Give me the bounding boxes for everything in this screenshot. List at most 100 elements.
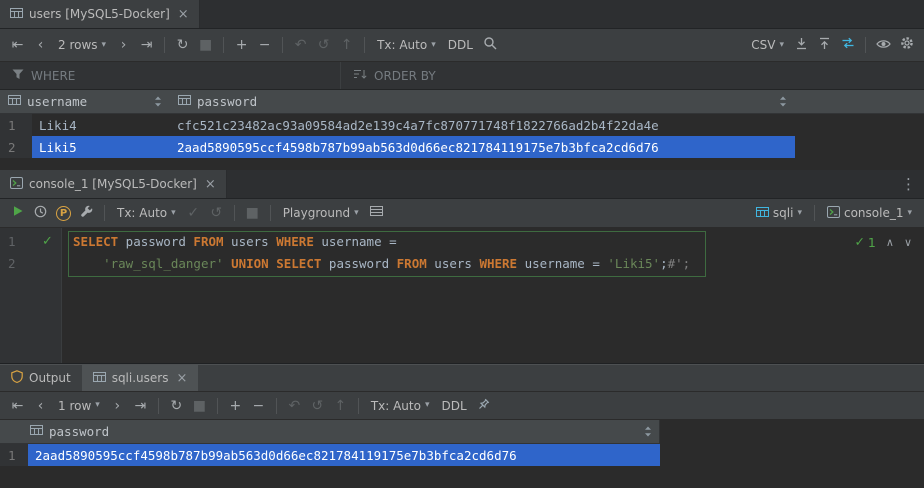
prev-page-button[interactable]: ‹ bbox=[29, 34, 52, 56]
delete-row-button[interactable]: − bbox=[253, 34, 276, 56]
sort-icon[interactable] bbox=[154, 96, 162, 107]
next-page-button[interactable]: › bbox=[106, 395, 129, 417]
page-size-selector[interactable]: 1 row ▾ bbox=[52, 395, 106, 417]
first-page-button[interactable]: ⇤ bbox=[6, 34, 29, 56]
submit-arrow-icon: ↑ bbox=[334, 399, 346, 413]
chevron-down-icon: ▾ bbox=[431, 41, 436, 50]
next-page-button[interactable]: › bbox=[112, 34, 135, 56]
find-button[interactable] bbox=[479, 34, 502, 56]
sql-token: SELECT bbox=[276, 256, 321, 271]
bottom-filler bbox=[0, 466, 924, 488]
ddl-button[interactable]: DDL bbox=[442, 34, 479, 56]
sql-line[interactable]: 'raw_sql_danger' UNION SELECT password F… bbox=[73, 253, 690, 275]
extractor-label: CSV bbox=[751, 38, 775, 52]
last-page-button[interactable]: ⇥ bbox=[135, 34, 158, 56]
cell-password[interactable]: 2aad5890595ccf4598b787b99ab563d0d66ec821… bbox=[170, 136, 795, 158]
column-header-password[interactable]: password bbox=[0, 420, 660, 443]
export-button[interactable] bbox=[790, 34, 813, 56]
table-row-selected[interactable]: 1 2aad5890595ccf4598b787b99ab563d0d66ec8… bbox=[0, 444, 924, 466]
result-toolbar: ⇤ ‹ 1 row ▾ › ⇥ ↻ ■ + − ↶ ↺ ↑ Tx: Auto ▾… bbox=[0, 392, 924, 420]
prev-page-button[interactable]: ‹ bbox=[29, 395, 52, 417]
import-button[interactable] bbox=[813, 34, 836, 56]
table-row-selected[interactable]: 2 Liki5 2aad5890595ccf4598b787b99ab563d0… bbox=[0, 136, 924, 158]
prev-page-icon: ‹ bbox=[38, 38, 44, 52]
table-row[interactable]: 1 Liki4 cfc521c23482ac93a09584ad2e139c4a… bbox=[0, 114, 924, 136]
stop-button: ■ bbox=[241, 202, 264, 224]
parameters-button[interactable]: P bbox=[52, 202, 75, 224]
chevron-down-icon: ▾ bbox=[354, 209, 359, 218]
pin-icon bbox=[478, 398, 490, 414]
run-target-selector[interactable]: Playground ▾ bbox=[277, 202, 365, 224]
reload-button[interactable]: ↻ bbox=[165, 395, 188, 417]
grid-header-row: password bbox=[0, 420, 924, 444]
toolbar-separator bbox=[865, 37, 866, 53]
pin-tab-button[interactable] bbox=[473, 395, 496, 417]
toolbar-separator bbox=[276, 398, 277, 414]
tx-mode-selector[interactable]: Tx: Auto ▾ bbox=[111, 202, 182, 224]
tab-console-1[interactable]: console_1 [MySQL5-Docker] × bbox=[0, 170, 227, 198]
next-result-button[interactable]: ∨ bbox=[904, 237, 912, 248]
tab-label: users [MySQL5-Docker] bbox=[29, 7, 170, 21]
add-row-button[interactable]: + bbox=[224, 395, 247, 417]
undo-icon: ↶ bbox=[295, 38, 307, 52]
ddl-button[interactable]: DDL bbox=[436, 395, 473, 417]
cell-password[interactable]: 2aad5890595ccf4598b787b99ab563d0d66ec821… bbox=[28, 444, 660, 466]
schema-selector[interactable]: sqli ▾ bbox=[750, 202, 808, 224]
cell-username[interactable]: Liki5 bbox=[32, 136, 170, 158]
console-icon bbox=[10, 177, 23, 192]
close-icon[interactable]: × bbox=[176, 371, 187, 386]
view-options-button[interactable] bbox=[872, 34, 895, 56]
close-icon[interactable]: × bbox=[205, 177, 216, 192]
close-icon[interactable]: × bbox=[178, 7, 189, 22]
sql-editor[interactable]: 1 2 ✓ SELECT password FROM users WHERE u… bbox=[0, 228, 924, 364]
chevron-down-icon: ▾ bbox=[171, 209, 176, 218]
table-layout-icon bbox=[370, 205, 383, 221]
delete-row-button[interactable]: − bbox=[247, 395, 270, 417]
add-row-button[interactable]: + bbox=[230, 34, 253, 56]
console-selector[interactable]: console_1 ▾ bbox=[821, 202, 918, 224]
plus-icon: + bbox=[236, 38, 248, 52]
commit-button: ✓ bbox=[182, 202, 205, 224]
reload-button[interactable]: ↻ bbox=[171, 34, 194, 56]
import-icon bbox=[818, 37, 831, 54]
column-header-password[interactable]: password bbox=[170, 90, 795, 113]
grid-header: password bbox=[0, 420, 660, 444]
tx-mode-label: Tx: Auto bbox=[371, 399, 421, 413]
datagrip-window: users [MySQL5-Docker] × ⇤ ‹ 2 rows ▾ › ⇥… bbox=[0, 0, 924, 488]
data-extractor-selector[interactable]: CSV ▾ bbox=[745, 34, 790, 56]
result-success-badge: ✓1 bbox=[854, 235, 875, 250]
last-page-button[interactable]: ⇥ bbox=[129, 395, 152, 417]
toolbar-separator bbox=[164, 37, 165, 53]
order-by-input[interactable]: ORDER BY bbox=[341, 62, 448, 89]
sort-icon[interactable] bbox=[779, 96, 787, 107]
prev-result-button[interactable]: ∧ bbox=[886, 237, 894, 248]
first-page-icon: ⇤ bbox=[12, 38, 24, 52]
settings-button[interactable] bbox=[895, 34, 918, 56]
tab-sqli-users-result[interactable]: sqli.users × bbox=[82, 365, 199, 391]
tx-mode-selector[interactable]: Tx: Auto ▾ bbox=[371, 34, 442, 56]
page-size-selector[interactable]: 2 rows ▾ bbox=[52, 34, 112, 56]
history-button[interactable] bbox=[29, 202, 52, 224]
output-layout-button[interactable] bbox=[365, 202, 388, 224]
chevron-down-icon: ▾ bbox=[797, 209, 802, 218]
first-page-button[interactable]: ⇤ bbox=[6, 395, 29, 417]
tab-users-table[interactable]: users [MySQL5-Docker] × bbox=[0, 0, 200, 28]
run-button[interactable] bbox=[6, 202, 29, 224]
column-header-username[interactable]: username bbox=[0, 90, 170, 113]
next-page-icon: › bbox=[121, 38, 127, 52]
where-filter-input[interactable]: WHERE bbox=[0, 62, 341, 89]
cell-username[interactable]: Liki4 bbox=[32, 114, 170, 136]
sort-icon[interactable] bbox=[644, 426, 652, 437]
chevron-down-icon: ▾ bbox=[95, 401, 100, 410]
stop-button: ■ bbox=[194, 34, 217, 56]
cell-password[interactable]: cfc521c23482ac93a09584ad2e139c4a7fc87077… bbox=[170, 114, 795, 136]
column-icon bbox=[178, 94, 191, 109]
tx-mode-selector[interactable]: Tx: Auto ▾ bbox=[365, 395, 436, 417]
toolbar-separator bbox=[158, 398, 159, 414]
more-options-button[interactable]: ⋮ bbox=[901, 170, 916, 198]
sql-line[interactable]: SELECT password FROM users WHERE usernam… bbox=[73, 231, 397, 253]
grid-header-filler bbox=[660, 420, 924, 444]
console-settings-button[interactable] bbox=[75, 202, 98, 224]
tab-output[interactable]: Output bbox=[0, 365, 82, 391]
sync-button[interactable] bbox=[836, 34, 859, 56]
